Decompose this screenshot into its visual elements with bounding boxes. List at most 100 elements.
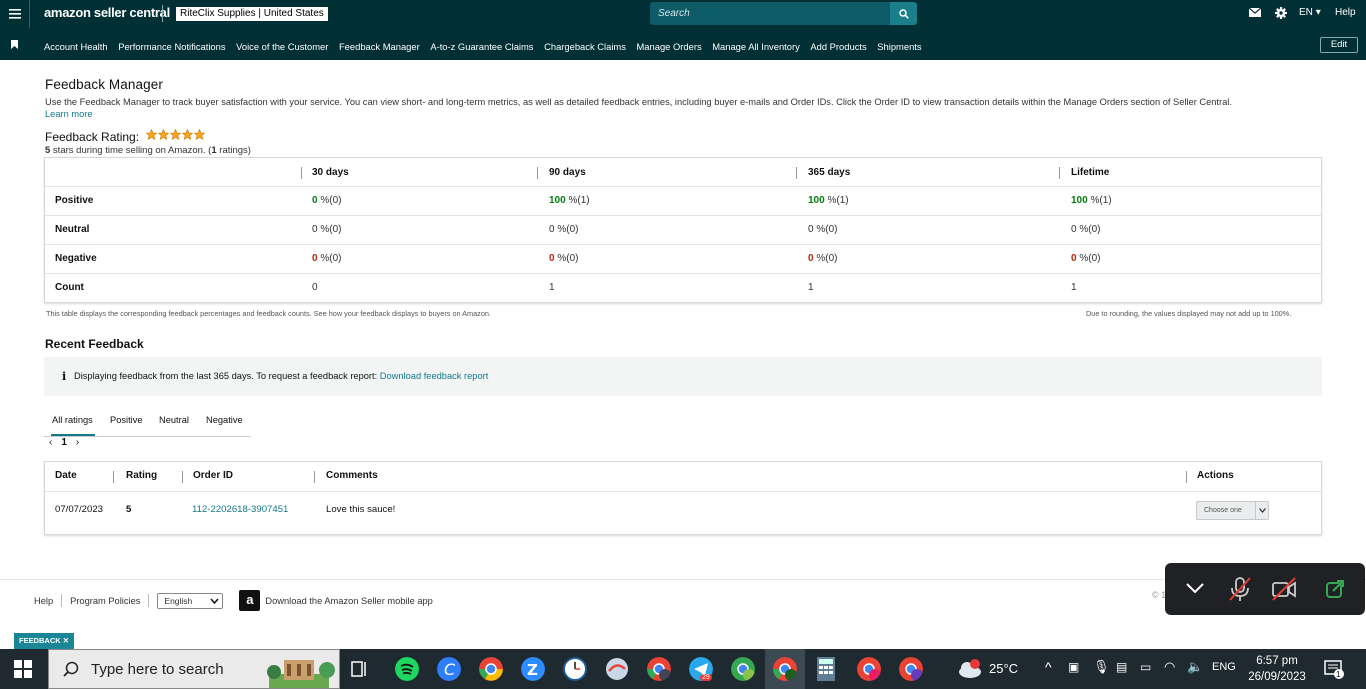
nav-add-products[interactable]: Add Products xyxy=(810,41,866,52)
task-view-icon[interactable] xyxy=(349,657,373,681)
help-link[interactable]: Help xyxy=(1335,7,1356,18)
snipping-tool-icon[interactable] xyxy=(605,657,629,681)
search-input[interactable]: Search xyxy=(650,2,890,25)
footer-language-select[interactable]: English xyxy=(157,592,224,609)
zoom-icon[interactable]: Z xyxy=(521,657,545,681)
feedback-rating-label: Feedback Rating: xyxy=(45,130,140,144)
chevron-down-icon: ▾ xyxy=(1315,7,1321,18)
chrome-profile-m-icon[interactable] xyxy=(731,657,755,681)
nav-chargeback-claims[interactable]: Chargeback Claims xyxy=(544,41,626,52)
seller-central-logo[interactable]: amazon seller central xyxy=(44,5,170,20)
nav-feedback-manager[interactable]: Feedback Manager xyxy=(339,41,420,52)
metrics-count: %(1) xyxy=(824,195,849,206)
store-selector[interactable]: RiteClix Supplies | United States xyxy=(176,7,328,21)
learn-more-link[interactable]: Learn more xyxy=(45,109,93,119)
star-icon xyxy=(182,129,193,140)
tab-all-ratings[interactable]: All ratings xyxy=(52,415,93,425)
battery-icon[interactable]: ▭ xyxy=(1140,660,1151,674)
amazon-app-icon[interactable]: a xyxy=(239,590,261,611)
metrics-value: 0 xyxy=(312,282,318,293)
action-dropdown[interactable]: Choose one xyxy=(1196,501,1269,520)
metrics-cell: 1 xyxy=(1071,274,1077,302)
table-row: Neutral 0 %(0) 0 %(0) 0 %(0) 0 %(0) xyxy=(45,215,1321,244)
tray-chevron-up-icon[interactable]: ^ xyxy=(1045,659,1052,675)
feedback-date: 07/07/2023 xyxy=(55,504,104,515)
windows-start-icon[interactable] xyxy=(14,660,32,678)
weather-temp[interactable]: 25°C xyxy=(989,661,1018,676)
feedback-tab-tag[interactable]: FEEDBACK ✕ xyxy=(14,633,75,649)
nav-account-health[interactable]: Account Health xyxy=(44,41,108,52)
metrics-cell: 100 %(1) xyxy=(808,187,849,215)
chevron-down-icon[interactable] xyxy=(1185,581,1205,595)
metrics-count: %(0) xyxy=(813,253,838,264)
camera-off-icon[interactable] xyxy=(1271,577,1297,601)
tab-negative[interactable]: Negative xyxy=(206,415,243,425)
chevron-down-icon xyxy=(210,598,219,604)
next-page-icon[interactable]: › xyxy=(76,437,79,448)
chrome-icon[interactable] xyxy=(479,657,503,681)
mail-icon[interactable] xyxy=(1249,8,1261,17)
metrics-count: %(0) xyxy=(1076,224,1101,235)
weather-cloud-icon[interactable] xyxy=(957,658,983,680)
metrics-cell: 0 %(0) xyxy=(1071,245,1100,273)
nav-manage-orders[interactable]: Manage Orders xyxy=(637,41,702,52)
system-clock[interactable]: 6:57 pm 26/09/2023 xyxy=(1248,653,1306,685)
microphone-icon[interactable]: 🎙 xyxy=(1093,659,1110,675)
column-header-date: Date xyxy=(55,470,77,481)
tab-positive[interactable]: Positive xyxy=(110,415,143,425)
language-selector[interactable]: EN ▾ xyxy=(1299,7,1321,18)
notification-icon[interactable] xyxy=(1324,659,1344,679)
current-page[interactable]: 1 xyxy=(61,437,67,448)
gear-icon[interactable] xyxy=(1275,7,1287,19)
wifi-icon[interactable]: ◠ xyxy=(1164,659,1175,675)
metrics-count: %(0) xyxy=(317,224,342,235)
star-icon xyxy=(170,129,181,140)
metrics-column-header: 365 days xyxy=(808,167,851,178)
metrics-cell: 0 %(0) xyxy=(808,216,837,244)
menu-icon xyxy=(8,9,21,19)
metrics-cell: 0 %(0) xyxy=(1071,216,1100,244)
spotify-icon[interactable] xyxy=(395,657,419,681)
search-button[interactable] xyxy=(890,2,917,25)
taskbar-search[interactable]: Type here to search xyxy=(48,649,340,689)
open-external-icon[interactable] xyxy=(1325,579,1345,599)
nav-a-to-z-claims[interactable]: A-to-z Guarantee Claims xyxy=(430,41,533,52)
tray-meet-icon[interactable]: ▣ xyxy=(1068,660,1079,674)
calculator-icon[interactable] xyxy=(815,657,839,681)
chrome-profile-icon[interactable] xyxy=(647,657,671,681)
clock-app-icon[interactable] xyxy=(563,657,587,681)
chrome-profile-s-icon[interactable] xyxy=(857,657,881,681)
nav-shipments[interactable]: Shipments xyxy=(877,41,921,52)
edit-shortcuts-button[interactable]: Edit xyxy=(1320,37,1358,53)
tray-device-icon[interactable]: ▤ xyxy=(1116,660,1127,674)
chrome-profile-l-icon[interactable] xyxy=(773,657,797,681)
clock-date: 26/09/2023 xyxy=(1248,671,1306,683)
table-row: Negative 0 %(0) 0 %(0) 0 %(0) 0 %(0) xyxy=(45,244,1321,273)
footer-help-link[interactable]: Help xyxy=(34,596,53,606)
metrics-column-header: 30 days xyxy=(312,167,349,178)
previous-page-icon[interactable]: ‹ xyxy=(49,437,52,448)
svg-text:Z: Z xyxy=(527,661,538,679)
metrics-cell: 100 %(1) xyxy=(549,187,590,215)
close-icon[interactable]: ✕ xyxy=(63,636,69,645)
download-feedback-report-link[interactable]: Download feedback report xyxy=(380,371,489,381)
nav-manage-inventory[interactable]: Manage All Inventory xyxy=(712,41,800,52)
star-icon xyxy=(158,129,169,140)
tab-neutral[interactable]: Neutral xyxy=(159,415,189,425)
app-c-icon[interactable]: C xyxy=(437,657,461,681)
mic-off-icon[interactable] xyxy=(1228,576,1252,602)
volume-icon[interactable]: 🔈 xyxy=(1187,659,1203,675)
keyboard-language[interactable]: ENG xyxy=(1212,661,1236,673)
nav-voice-of-customer[interactable]: Voice of the Customer xyxy=(236,41,328,52)
chrome-profile-r-icon[interactable] xyxy=(899,657,923,681)
table-row: Count 0 1 1 1 xyxy=(45,273,1321,302)
nav-performance-notifications[interactable]: Performance Notifications xyxy=(118,41,225,52)
order-id-link[interactable]: 112-2202618-3907451 xyxy=(192,492,288,528)
rating-summary: 5 stars during time selling on Amazon. (… xyxy=(45,145,251,156)
metrics-cell: 1 xyxy=(549,274,555,302)
hamburger-menu-button[interactable] xyxy=(0,0,30,28)
program-policies-link[interactable]: Program Policies xyxy=(70,596,140,606)
bookmark-icon[interactable] xyxy=(11,40,18,49)
metrics-count: %(1) xyxy=(1087,195,1112,206)
download-app-link[interactable]: Download the Amazon Seller mobile app xyxy=(265,596,432,606)
